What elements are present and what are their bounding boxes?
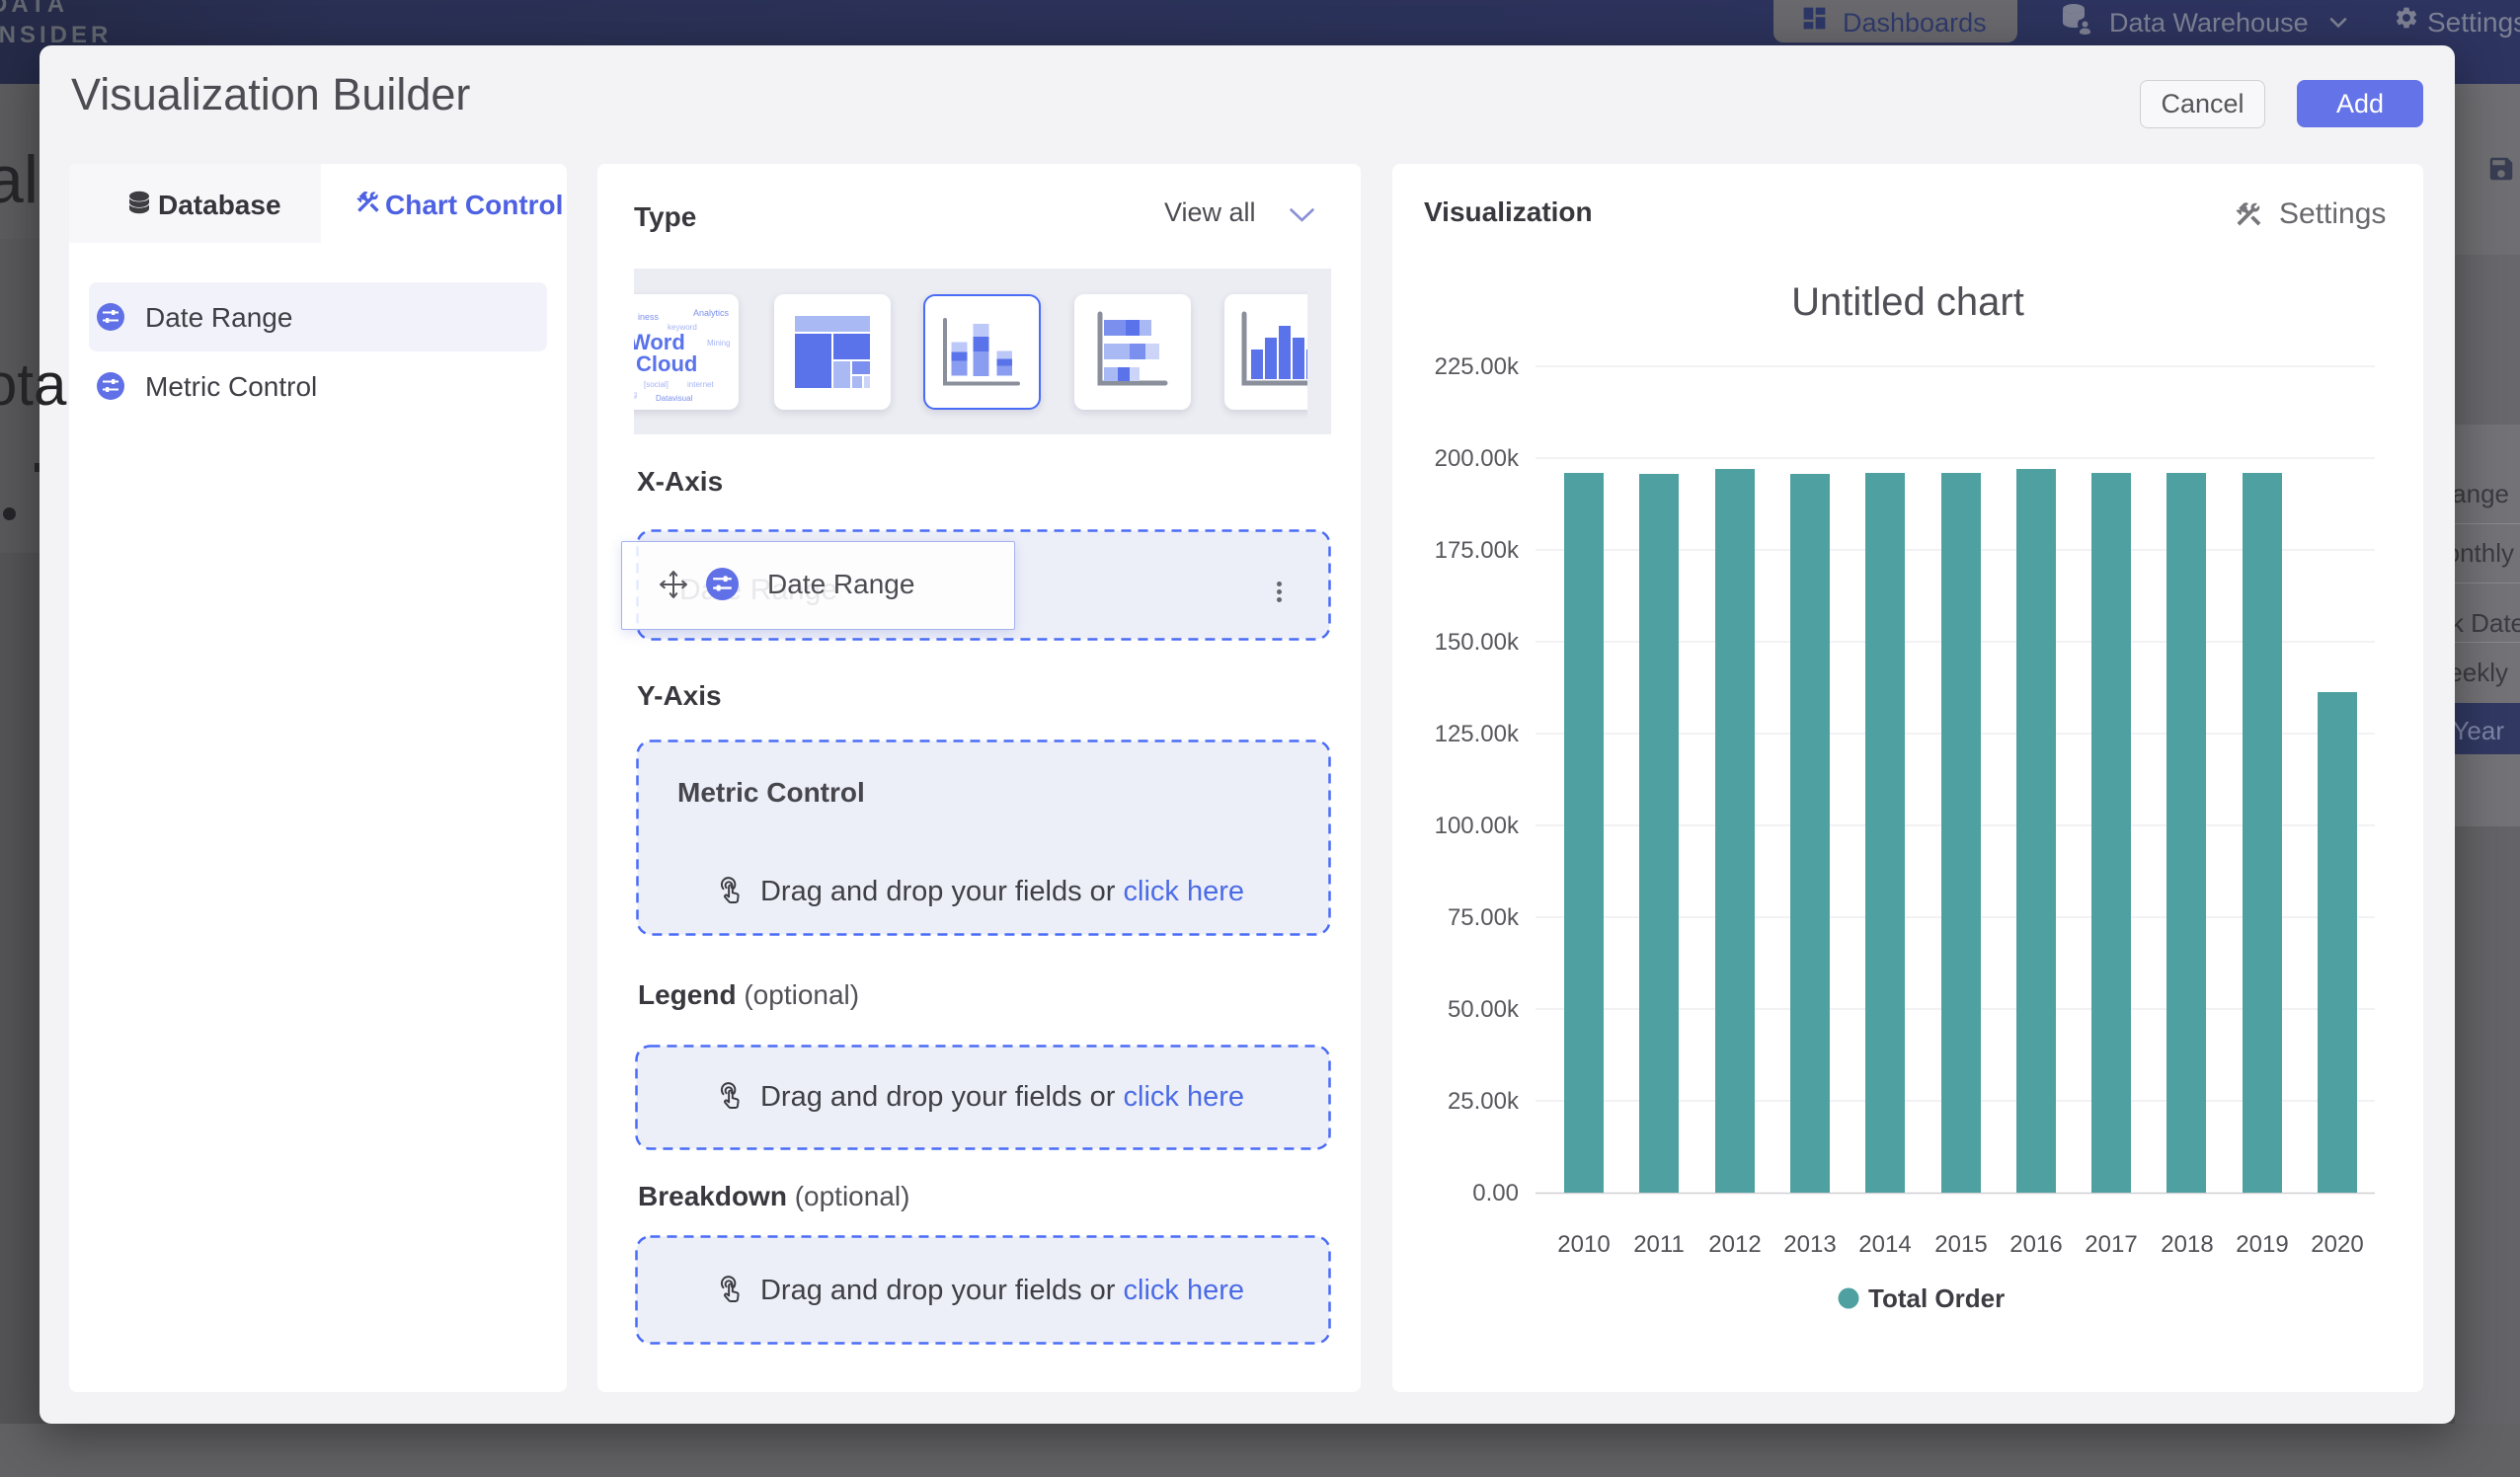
svg-text:Total Order: Total Order (1868, 1283, 2005, 1313)
svg-text:100.00k: 100.00k (1435, 813, 1520, 839)
svg-text:Mining: Mining (707, 339, 731, 348)
svg-text:internet: internet (687, 380, 714, 389)
svg-text:2020: 2020 (2311, 1231, 2363, 1258)
svg-text:25.00k: 25.00k (1448, 1088, 1520, 1115)
svg-text:175.00k: 175.00k (1435, 537, 1520, 564)
svg-text:2016: 2016 (2009, 1231, 2062, 1258)
svg-text:0.00: 0.00 (1472, 1180, 1519, 1206)
svg-text:2014: 2014 (1858, 1231, 1911, 1258)
svg-text:150.00k: 150.00k (1435, 629, 1520, 656)
svg-text:2018: 2018 (2161, 1231, 2213, 1258)
svg-text:2011: 2011 (1633, 1231, 1685, 1258)
svg-text:225.00k: 225.00k (1435, 353, 1520, 380)
svg-text:75.00k: 75.00k (1448, 904, 1520, 931)
svg-text:200.00k: 200.00k (1435, 445, 1520, 472)
svg-text:2013: 2013 (1783, 1231, 1836, 1258)
svg-text:2019: 2019 (2236, 1231, 2288, 1258)
svg-text:50.00k: 50.00k (1448, 996, 1520, 1023)
svg-text:Datavisual: Datavisual (656, 394, 693, 403)
svg-text:Untitled chart: Untitled chart (1791, 280, 2024, 324)
svg-text:tag: tag (634, 390, 637, 399)
svg-text:125.00k: 125.00k (1435, 721, 1520, 747)
svg-text:Cloud: Cloud (636, 351, 697, 376)
svg-text:2017: 2017 (2085, 1231, 2137, 1258)
svg-text:2015: 2015 (1934, 1231, 1987, 1258)
svg-text:2012: 2012 (1708, 1231, 1761, 1258)
svg-text:2010: 2010 (1557, 1231, 1610, 1258)
svg-text:Analytics: Analytics (693, 308, 730, 318)
svg-text:iness: iness (638, 312, 660, 322)
svg-text:[social]: [social] (644, 380, 669, 389)
